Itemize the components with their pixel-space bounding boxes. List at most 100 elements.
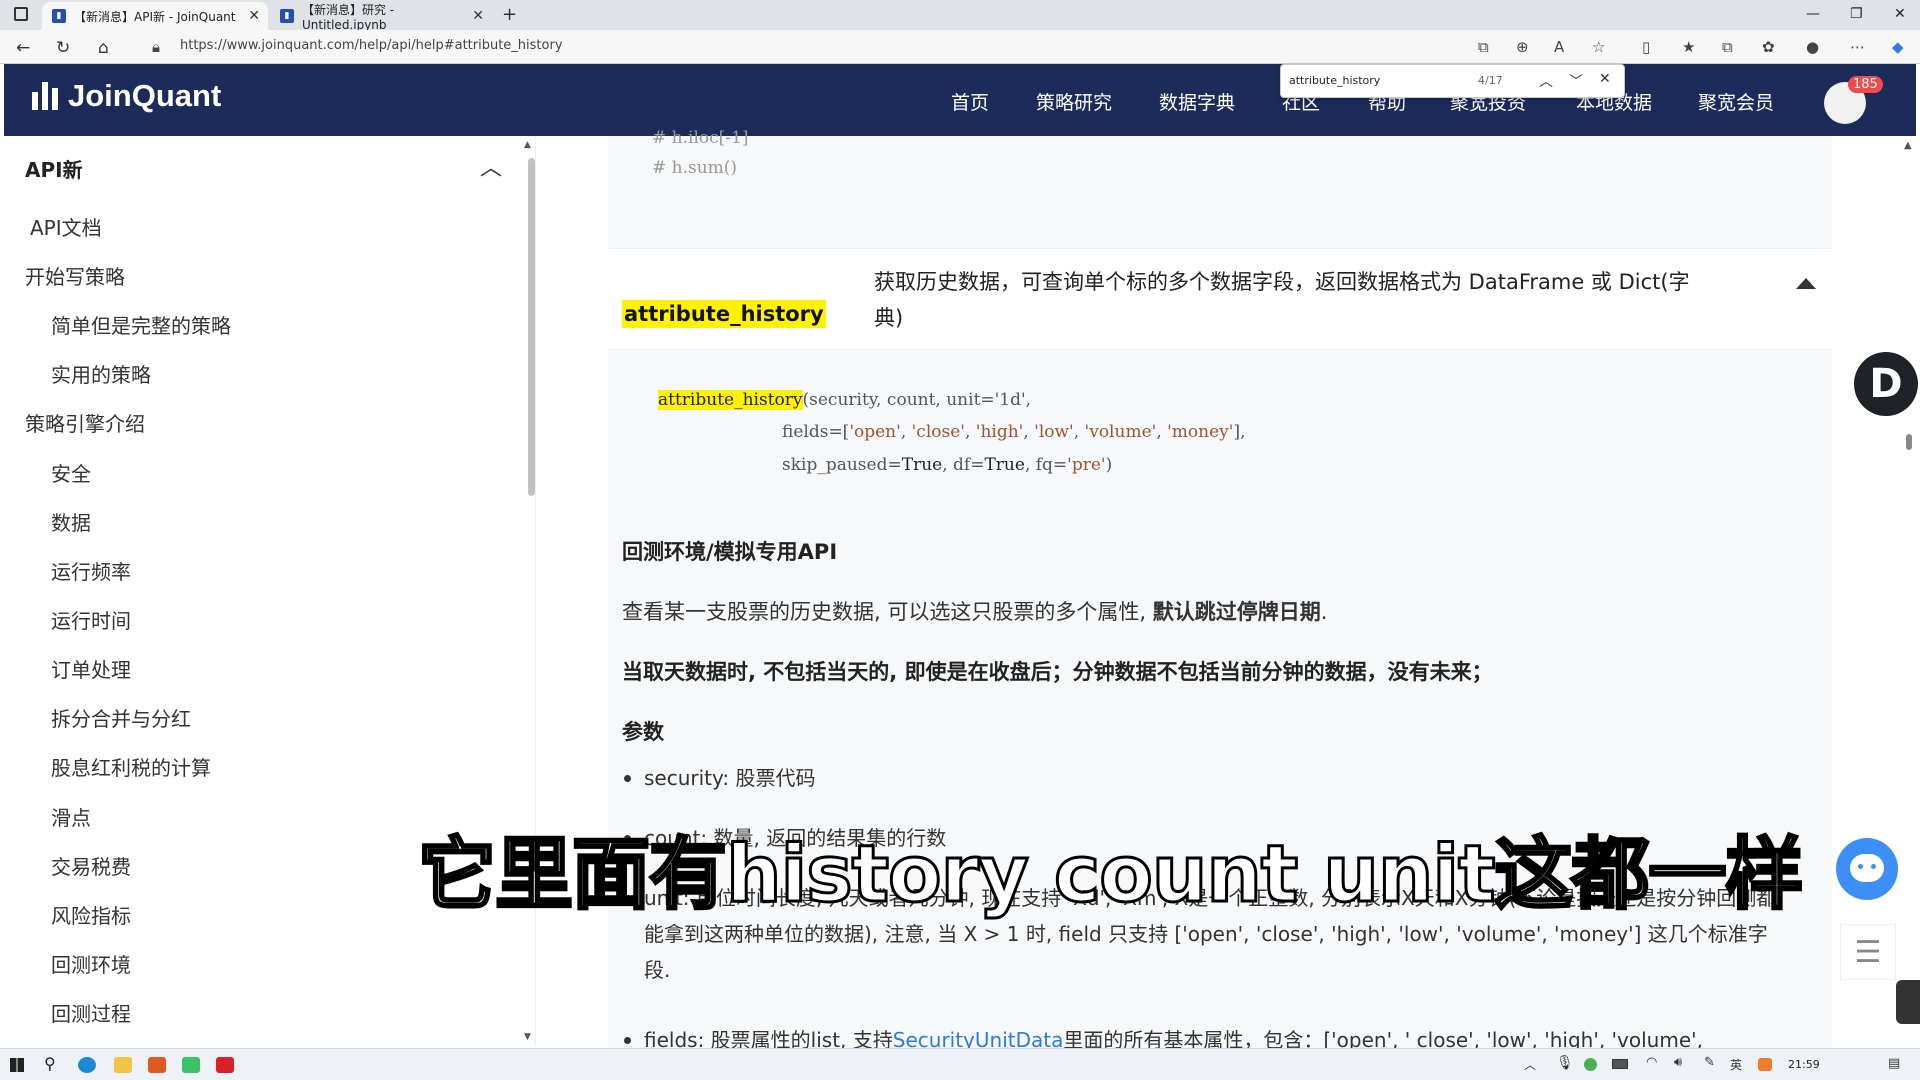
address-bar: ← ↻ ⌂ 🔒︎ https://www.joinquant.com/help/… [0, 30, 1920, 64]
sidebar-item-start-strategy[interactable]: 开始写策略 [25, 261, 125, 290]
find-in-page-bar: attribute_history 4/17 ︿ ﹀ ✕ [1280, 64, 1625, 98]
sidebar-item-backtest-env[interactable]: 回测环境 [51, 949, 131, 978]
sidebar-title: API新 [25, 158, 83, 182]
tray-chevron-icon[interactable]: ︿ [1524, 1056, 1536, 1073]
sidebar-scroll-down-icon[interactable]: ▼ [524, 1032, 531, 1042]
site-header: JoinQuant 首页 策略研究 数据字典 社区 帮助 聚宽投资 本地数据 聚… [4, 64, 1916, 136]
edge-icon[interactable] [78, 1057, 96, 1073]
sidebar-item-practical-strategy[interactable]: 实用的策略 [51, 359, 151, 388]
browser-tab-api[interactable]: ▮ 【新消息】API新 - JoinQuant ✕ [42, 2, 268, 30]
microphone-icon[interactable]: 🎙︎ [1556, 1055, 1574, 1071]
favorite-star-icon[interactable]: ☆ [1592, 38, 1605, 56]
pen-icon[interactable]: ✎ [1704, 1055, 1715, 1070]
tray-orange-icon[interactable] [1758, 1058, 1772, 1071]
nav-membership[interactable]: 聚宽会员 [1698, 88, 1774, 115]
param-security: security: 股票代码 [624, 760, 1794, 796]
sidebar-item-backtest-process[interactable]: 回测过程 [51, 998, 131, 1027]
function-description: 获取历史数据，可查询单个标的多个数据字段，返回数据格式为 DataFrame 或… [874, 270, 1690, 330]
page-scrollbar[interactable] [1906, 434, 1912, 450]
section-title: 回测环境/模拟专用API [622, 540, 838, 564]
tray-app-icon[interactable] [1584, 1058, 1597, 1071]
joinquant-favicon-icon: ▮ [52, 9, 66, 23]
windows-taskbar: ⚲ ︿ 🎙︎ ◠ 🔊︎ ✎ 英 21:59 ▤ [0, 1048, 1920, 1080]
collections-icon[interactable]: ⧉ [1722, 38, 1733, 56]
nav-home[interactable]: 首页 [951, 88, 989, 115]
find-close-icon[interactable]: ✕ [1599, 71, 1611, 87]
app-icon-orange[interactable] [148, 1057, 166, 1073]
close-tab-icon[interactable]: ✕ [248, 8, 260, 24]
close-window-icon[interactable]: ✕ [1894, 6, 1906, 22]
sidebar-item-data[interactable]: 数据 [51, 507, 91, 536]
collapse-triangle-icon[interactable] [1796, 278, 1816, 289]
find-prev-icon[interactable]: ︿ [1539, 71, 1553, 91]
sidebar-item-security[interactable]: 安全 [51, 458, 91, 487]
app-icon-green[interactable] [182, 1057, 200, 1073]
back-icon[interactable]: ← [16, 38, 30, 58]
sidebar-item-api-docs[interactable]: API文档 [30, 212, 102, 241]
sidebar-item-trading-fees[interactable]: 交易税费 [51, 851, 131, 880]
notification-badge: 185 [1848, 76, 1883, 93]
windows-start-icon[interactable] [10, 1058, 24, 1072]
minimize-icon[interactable]: — [1806, 6, 1820, 22]
zoom-icon[interactable]: ⊕ [1516, 38, 1529, 56]
notification-icon[interactable]: ▤ [1888, 1056, 1900, 1071]
translate-icon[interactable]: ⧉ [1478, 38, 1489, 56]
wifi-icon[interactable]: ◠ [1646, 1055, 1657, 1070]
joinquant-logo[interactable]: JoinQuant [32, 78, 221, 114]
find-next-icon[interactable]: ﹀ [1569, 71, 1583, 91]
search-icon[interactable]: ⚲ [44, 1054, 56, 1073]
home-icon[interactable]: ⌂ [98, 38, 109, 58]
sidebar-scrollbar[interactable] [528, 158, 535, 496]
list-menu-icon[interactable]: ☰ [1840, 924, 1896, 980]
sidebar-item-engine-intro[interactable]: 策略引擎介绍 [25, 408, 145, 437]
sidebar-item-dividend-tax[interactable]: 股息红利税的计算 [51, 752, 211, 781]
read-aloud-icon[interactable]: A [1554, 38, 1564, 56]
joinquant-favicon-icon: ▮ [280, 9, 294, 23]
app-icon-red[interactable] [216, 1057, 234, 1073]
sidebar-scroll-up-icon[interactable]: ▲ [524, 140, 531, 150]
video-subtitle: 它里面有history count unit这都一样 [416, 829, 1804, 922]
split-screen-icon[interactable]: ▯ [1642, 38, 1650, 56]
sidebar-item-run-time[interactable]: 运行时间 [51, 605, 131, 634]
new-tab-icon[interactable]: + [502, 4, 517, 25]
find-input[interactable]: attribute_history [1289, 74, 1380, 87]
sidebar-item-run-frequency[interactable]: 运行频率 [51, 556, 131, 585]
signature-line-2: fields=['open', 'close', 'high', 'low', … [782, 422, 1246, 442]
nav-strategy-research[interactable]: 策略研究 [1036, 88, 1112, 115]
volume-icon[interactable]: 🔊︎ [1674, 1055, 1682, 1070]
prev-code-line-1: # h.iloc[-1] [652, 128, 749, 148]
sidebar-item-slippage[interactable]: 滑点 [51, 802, 91, 831]
function-name: attribute_history [622, 300, 826, 328]
nav-data-dictionary[interactable]: 数据字典 [1159, 88, 1235, 115]
file-explorer-icon[interactable] [114, 1057, 132, 1073]
url-field[interactable]: https://www.joinquant.com/help/api/help#… [180, 38, 563, 53]
find-count: 4/17 [1478, 74, 1503, 87]
more-menu-icon[interactable]: ⋯ [1850, 38, 1865, 56]
browser-tab-bar: ▮ 【新消息】API新 - JoinQuant ✕ ▮ 【新消息】研究 - Un… [0, 0, 1920, 32]
sidebar-item-risk-metrics[interactable]: 风险指标 [51, 900, 131, 929]
profile-icon[interactable]: ● [1806, 38, 1819, 56]
lock-icon: 🔒︎ [152, 38, 160, 56]
d-floating-icon[interactable]: D [1854, 352, 1918, 416]
prev-code-block: # h.iloc[-1] # h.sum() [622, 128, 1816, 208]
clock[interactable]: 21:59 [1788, 1058, 1820, 1071]
window-menu-icon[interactable] [14, 7, 28, 21]
favorites-icon[interactable]: ★ [1682, 38, 1695, 56]
sidebar-item-simple-strategy[interactable]: 简单但是完整的策略 [51, 310, 231, 339]
chevron-up-icon[interactable]: ︿ [480, 150, 502, 182]
refresh-icon[interactable]: ↻ [56, 38, 70, 58]
scroll-up-arrow-icon[interactable]: ▲ [1904, 140, 1912, 151]
customer-service-icon[interactable] [1836, 838, 1898, 900]
sidebar-item-split-dividend[interactable]: 拆分合并与分红 [51, 703, 191, 732]
extensions-icon[interactable]: ✿ [1762, 38, 1775, 56]
ime-icon[interactable]: 英 [1730, 1056, 1742, 1073]
browser-tab-research[interactable]: ▮ 【新消息】研究 - Untitled.ipynb ✕ [270, 2, 492, 32]
sidebar-item-order-handling[interactable]: 订单处理 [51, 654, 131, 683]
params-title: 参数 [622, 720, 664, 744]
battery-icon[interactable] [1612, 1059, 1628, 1069]
copilot-icon[interactable]: ◆ [1892, 38, 1904, 56]
maximize-icon[interactable]: ❐ [1850, 6, 1863, 22]
side-toggle-tab[interactable] [1896, 980, 1920, 1024]
close-tab-icon[interactable]: ✕ [472, 8, 484, 24]
logo-bars-icon [32, 82, 58, 110]
